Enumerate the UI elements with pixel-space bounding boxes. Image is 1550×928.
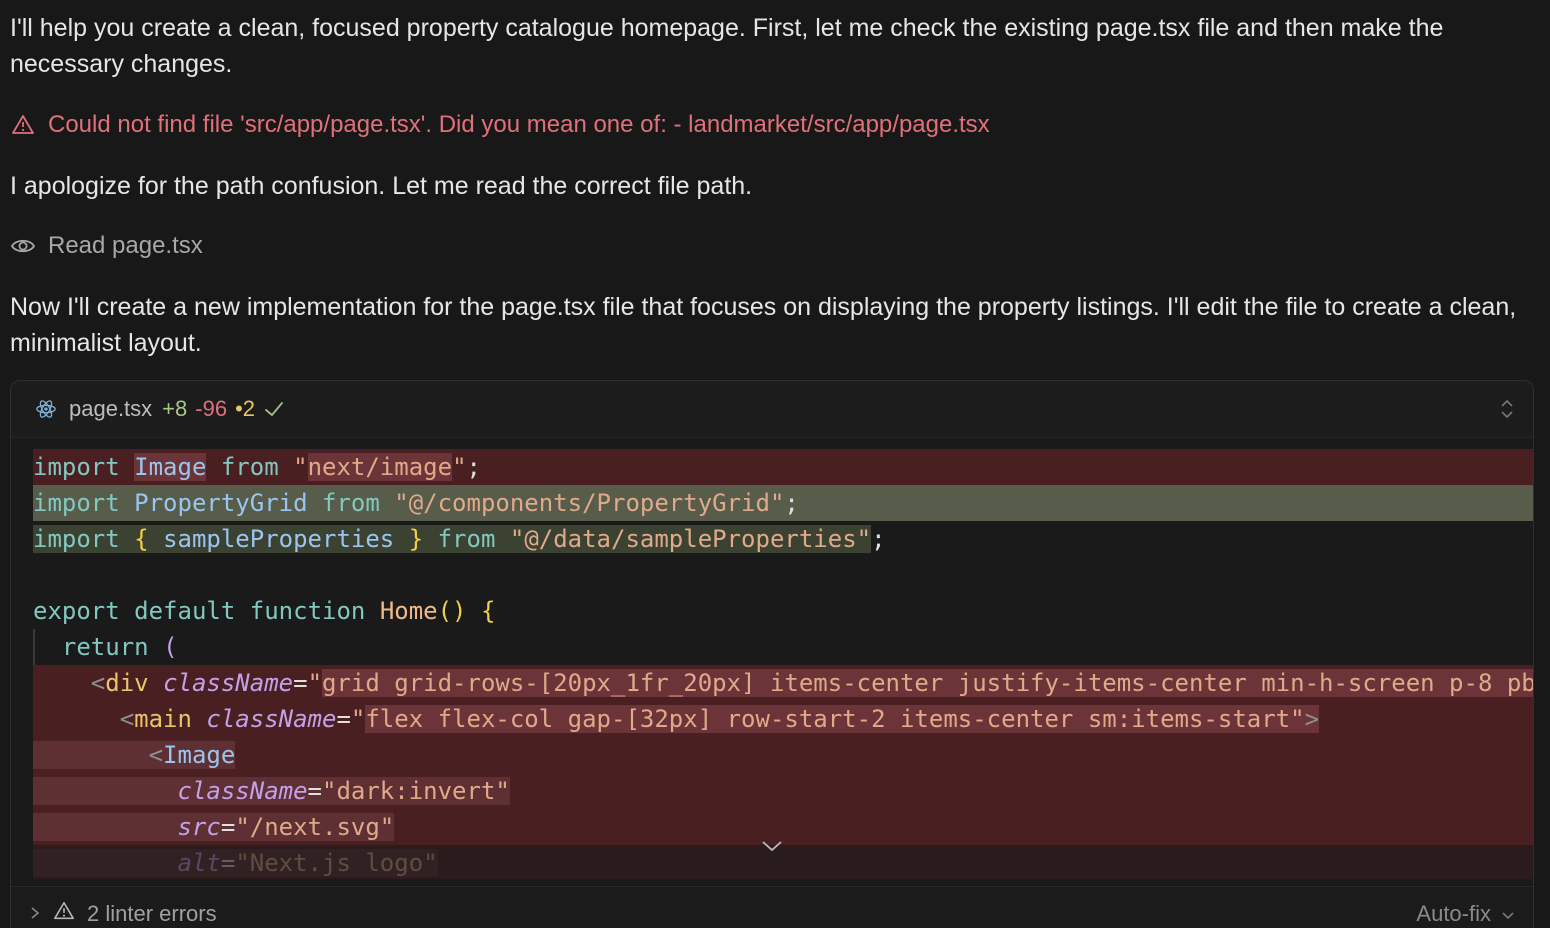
linter-errors-label: 2 linter errors [87, 901, 217, 926]
error-text: Could not find file 'src/app/page.tsx'. … [48, 111, 990, 138]
assistant-message-intro: I'll help you create a clean, focused pr… [10, 14, 1444, 78]
code-line-removed: <main className="flex flex-col gap-[32px… [33, 701, 1533, 737]
warning-icon [10, 112, 36, 138]
code-line-added: import PropertyGrid from "@/components/P… [33, 485, 1533, 521]
warning-icon [53, 900, 75, 928]
auto-fix-label: Auto-fix [1416, 901, 1491, 926]
error-message: Could not find file 'src/app/page.tsx'. … [10, 107, 990, 143]
code-line-removed: import Image from "next/image"; [33, 449, 1533, 485]
code-diff-view[interactable]: import Image from "next/image"; import P… [33, 449, 1533, 879]
lines-added-count: +8 [162, 396, 188, 421]
code-line: return ( [33, 629, 1533, 665]
linter-errors-toggle[interactable]: 2 linter errors [29, 900, 217, 928]
auto-fix-button[interactable]: Auto-fix [1416, 901, 1515, 927]
diff-panel-header[interactable]: page.tsx +8 -96 •2 [11, 381, 1533, 438]
check-icon [263, 398, 285, 420]
lines-modified-count: •2 [235, 396, 255, 421]
eye-icon [10, 233, 36, 259]
code-line-removed: <Image [33, 737, 1533, 773]
react-icon [33, 396, 59, 422]
chevron-updown-icon[interactable] [1497, 397, 1517, 421]
read-file-action[interactable]: Read page.tsx [10, 228, 203, 264]
assistant-message-plan: Now I'll create a new implementation for… [10, 293, 1517, 357]
scroll-down-chevron-icon[interactable] [760, 838, 784, 859]
code-line-added: import { sampleProperties } from "@/data… [33, 525, 886, 553]
diff-panel-footer: 2 linter errors Auto-fix [11, 886, 1533, 928]
diff-file-name: page.tsx [69, 396, 153, 421]
chevron-down-icon [1501, 901, 1515, 927]
code-line-removed: className="dark:invert" [33, 773, 1533, 809]
chevron-right-icon [29, 901, 41, 927]
read-file-label: Read page.tsx [48, 232, 203, 259]
lines-removed-count: -96 [195, 396, 228, 421]
code-line-removed: <div className="grid grid-rows-[20px_1fr… [33, 665, 1533, 701]
code-line: export default function Home() { [33, 597, 496, 625]
assistant-message-apology: I apologize for the path confusion. Let … [10, 172, 753, 200]
chat-transcript: I'll help you create a clean, focused pr… [0, 0, 1550, 928]
